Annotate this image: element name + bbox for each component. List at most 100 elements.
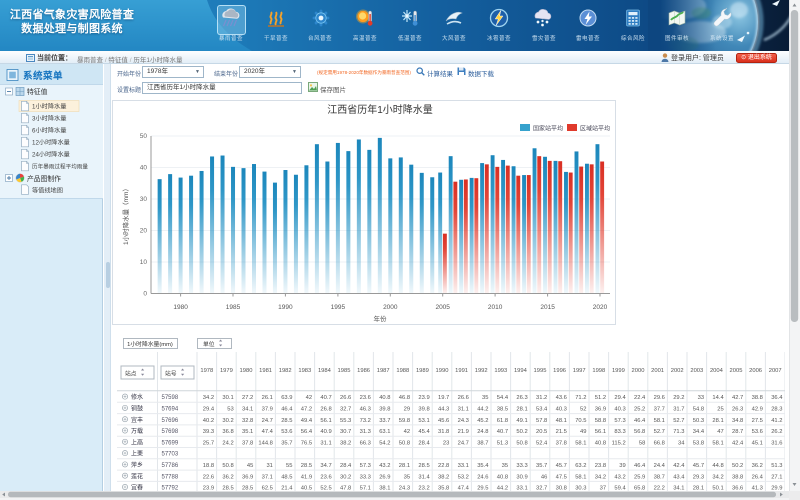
svg-text:57694: 57694 (162, 407, 179, 413)
svg-text:19.7: 19.7 (438, 395, 449, 401)
svg-text:28.4: 28.4 (340, 463, 352, 469)
svg-text:71.2: 71.2 (575, 395, 586, 401)
svg-text:38.2: 38.2 (340, 440, 351, 446)
svg-text:24.3: 24.3 (458, 418, 469, 424)
svg-text:修水: 修水 (131, 393, 143, 401)
svg-text:2007: 2007 (769, 368, 782, 374)
svg-text:43.4: 43.4 (673, 474, 685, 480)
svg-text:1995: 1995 (534, 368, 547, 374)
svg-text:2001: 2001 (651, 368, 664, 374)
svg-text:45.7: 45.7 (556, 463, 567, 469)
svg-text:63.1: 63.1 (379, 429, 390, 435)
svg-text:38.7: 38.7 (654, 474, 665, 480)
svg-text:31.1: 31.1 (458, 407, 469, 413)
svg-text:56.8: 56.8 (634, 429, 645, 435)
svg-text:70.5: 70.5 (575, 418, 586, 424)
svg-text:42: 42 (306, 395, 312, 401)
svg-text:49: 49 (580, 429, 586, 435)
svg-text:站号: 站号 (165, 369, 177, 377)
svg-text:18.8: 18.8 (203, 463, 214, 469)
svg-text:66.3: 66.3 (360, 440, 371, 446)
svg-text:10: 10 (140, 259, 148, 266)
svg-text:6小时降水量: 6小时降水量 (32, 127, 66, 135)
svg-text:32.8: 32.8 (242, 418, 253, 424)
svg-text:55: 55 (286, 463, 292, 469)
svg-text:27.5: 27.5 (752, 418, 763, 424)
svg-text:40.8: 40.8 (595, 440, 606, 446)
svg-text:32.7: 32.7 (340, 407, 351, 413)
svg-text:21.9: 21.9 (458, 429, 469, 435)
svg-text:40.8: 40.8 (497, 474, 508, 480)
svg-text:1988: 1988 (396, 368, 409, 374)
svg-text:39.8: 39.8 (379, 407, 390, 413)
svg-text:83.3: 83.3 (614, 429, 625, 435)
svg-text:2000: 2000 (632, 368, 645, 374)
svg-text:2010: 2010 (488, 304, 503, 311)
svg-text:1996: 1996 (553, 368, 566, 374)
svg-text:26.3: 26.3 (516, 395, 527, 401)
svg-text:铜鼓: 铜鼓 (131, 405, 143, 413)
svg-text:2020: 2020 (593, 304, 608, 311)
svg-text:37.8: 37.8 (556, 440, 567, 446)
svg-text:40.3: 40.3 (556, 407, 567, 413)
svg-text:34.2: 34.2 (203, 395, 214, 401)
svg-text:24.7: 24.7 (262, 418, 273, 424)
svg-text:63.2: 63.2 (575, 463, 586, 469)
svg-text:44.8: 44.8 (712, 463, 723, 469)
svg-text:59.8: 59.8 (399, 418, 410, 424)
svg-text:43.6: 43.6 (556, 395, 567, 401)
svg-text:48.1: 48.1 (556, 418, 567, 424)
svg-text:36.8: 36.8 (222, 429, 233, 435)
svg-text:61.8: 61.8 (497, 418, 508, 424)
svg-text:49.4: 49.4 (301, 418, 313, 424)
svg-text:31.6: 31.6 (771, 440, 782, 446)
svg-text:29.2: 29.2 (673, 395, 684, 401)
svg-text:35: 35 (404, 474, 410, 480)
svg-text:20.5: 20.5 (536, 429, 547, 435)
svg-text:53.1: 53.1 (418, 418, 429, 424)
svg-text:50.2: 50.2 (516, 429, 527, 435)
svg-text:26.2: 26.2 (771, 429, 782, 435)
svg-text:46.3: 46.3 (360, 407, 371, 413)
svg-text:45.2: 45.2 (477, 418, 488, 424)
svg-text:57698: 57698 (162, 429, 179, 435)
svg-text:2005: 2005 (730, 368, 743, 374)
svg-text:33.3: 33.3 (360, 474, 371, 480)
svg-text:51.2: 51.2 (595, 395, 606, 401)
svg-text:1990: 1990 (278, 304, 293, 311)
svg-text:45.6: 45.6 (438, 418, 449, 424)
svg-text:1990: 1990 (436, 368, 449, 374)
svg-text:单位: 单位 (203, 340, 215, 348)
svg-text:42.7: 42.7 (732, 395, 743, 401)
svg-text:38.8: 38.8 (752, 395, 763, 401)
svg-text:36.2: 36.2 (752, 463, 763, 469)
svg-text:28.7: 28.7 (732, 429, 743, 435)
svg-text:26.9: 26.9 (379, 474, 390, 480)
svg-text:53.4: 53.4 (536, 407, 548, 413)
svg-text:12小时降水量: 12小时降水量 (32, 139, 70, 147)
svg-text:46.4: 46.4 (634, 418, 646, 424)
svg-text:35.7: 35.7 (281, 440, 292, 446)
svg-text:30.9: 30.9 (516, 474, 527, 480)
svg-text:50: 50 (140, 133, 148, 140)
svg-text:1991: 1991 (455, 368, 468, 374)
svg-text:26.3: 26.3 (732, 407, 743, 413)
svg-text:53.8: 53.8 (693, 440, 704, 446)
svg-text:40.3: 40.3 (614, 407, 625, 413)
svg-text:1984: 1984 (318, 368, 332, 374)
svg-text:26.6: 26.6 (340, 395, 351, 401)
svg-text:22.8: 22.8 (438, 463, 449, 469)
svg-text:30.7: 30.7 (340, 429, 351, 435)
svg-text:上栗: 上栗 (131, 450, 143, 458)
svg-text:45.1: 45.1 (752, 440, 763, 446)
svg-text:50.3: 50.3 (693, 418, 704, 424)
svg-text:26.6: 26.6 (458, 395, 469, 401)
svg-text:24.2: 24.2 (222, 440, 233, 446)
svg-text:57.8: 57.8 (536, 418, 547, 424)
svg-text:36.9: 36.9 (242, 474, 253, 480)
svg-text:34.4: 34.4 (693, 429, 705, 435)
svg-text:57.3: 57.3 (614, 418, 625, 424)
svg-text:2006: 2006 (749, 368, 762, 374)
svg-text:26.4: 26.4 (752, 474, 764, 480)
svg-text:71.3: 71.3 (673, 429, 684, 435)
